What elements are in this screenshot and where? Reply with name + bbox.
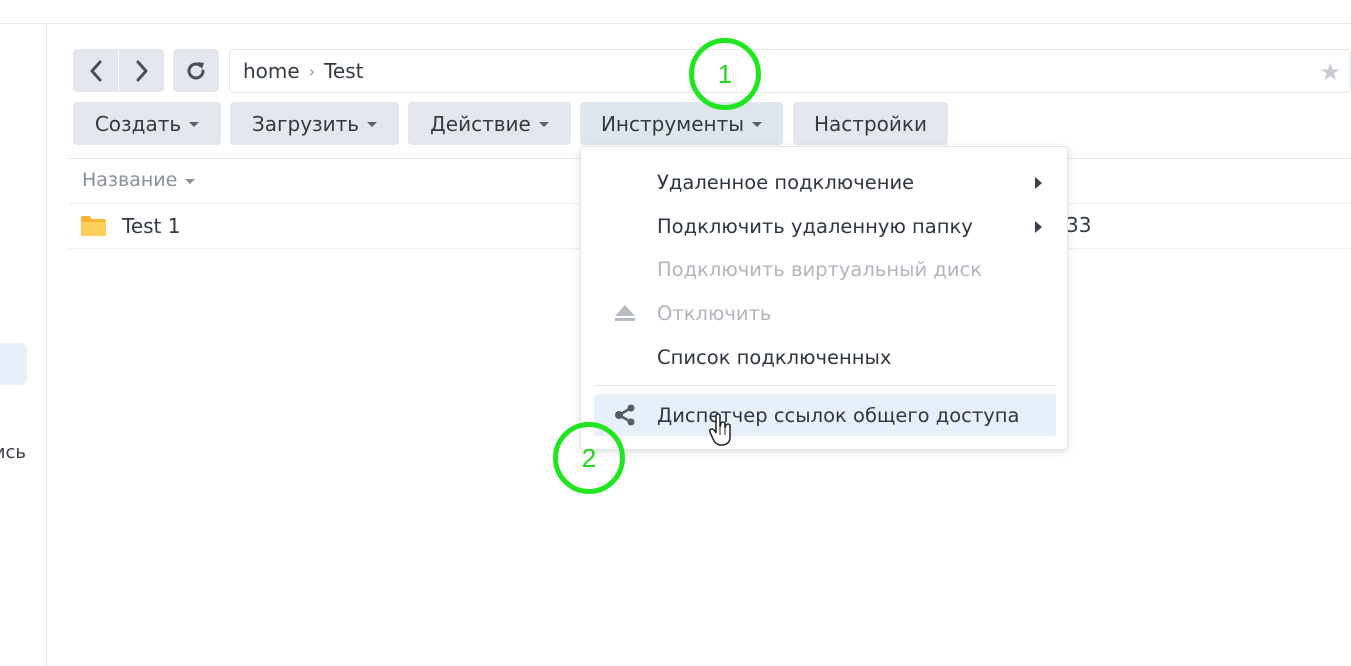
annotation-number: 2	[581, 442, 597, 473]
upload-button[interactable]: Загрузить	[230, 102, 399, 145]
submenu-arrow-icon	[1035, 177, 1042, 189]
menu-item-mount-virtual-drive: Подключить виртуальный диск	[594, 248, 1056, 290]
settings-button-label: Настройки	[814, 111, 927, 136]
eject-icon	[615, 305, 635, 321]
list-item[interactable]: Test 1	[80, 211, 180, 241]
share-icon	[615, 404, 635, 426]
caret-down-icon	[189, 122, 200, 127]
sidebar-item-selected[interactable]	[0, 343, 27, 385]
sidebar-item-label[interactable]: ись	[0, 442, 26, 463]
tools-button[interactable]: Инструменты	[580, 102, 783, 145]
menu-divider	[594, 385, 1056, 386]
caret-down-icon	[367, 122, 378, 127]
hand-cursor-icon	[709, 413, 731, 446]
caret-down-icon	[752, 122, 763, 127]
refresh-icon	[187, 61, 205, 79]
menu-item-mounted-list[interactable]: Список подключенных	[594, 336, 1056, 378]
list-item-name: Test 1	[122, 214, 181, 238]
menu-item-share-link-manager[interactable]: Диспетчер ссылок общего доступа	[594, 394, 1056, 436]
top-bar	[0, 0, 1351, 24]
sidebar: ись	[0, 24, 47, 666]
nav-divider	[118, 49, 119, 92]
settings-button[interactable]: Настройки	[793, 102, 948, 145]
folder-icon	[81, 216, 106, 236]
annotation-marker-1: 1	[689, 38, 761, 110]
refresh-button[interactable]	[173, 49, 219, 92]
action-button-label: Действие	[430, 111, 531, 136]
caret-down-icon	[538, 122, 549, 127]
back-button[interactable]	[73, 49, 118, 92]
navigation-buttons	[73, 49, 164, 92]
tools-button-label: Инструменты	[600, 111, 745, 136]
menu-item-label: Удаленное подключение	[657, 170, 915, 194]
create-button[interactable]: Создать	[73, 102, 221, 145]
caret-down-icon	[185, 178, 196, 184]
breadcrumb-current[interactable]: Test	[324, 59, 363, 83]
annotation-marker-2: 2	[553, 422, 625, 494]
column-header-label: Название	[82, 169, 178, 191]
submenu-arrow-icon	[1035, 221, 1042, 233]
breadcrumb-home[interactable]: home	[243, 59, 300, 83]
menu-item-label: Список подключенных	[657, 345, 892, 369]
path-bar[interactable]: home › Test ★	[229, 49, 1351, 93]
tools-dropdown-menu: Удаленное подключение Подключить удаленн…	[580, 146, 1068, 450]
column-header-name[interactable]: Название	[82, 169, 196, 191]
menu-item-label: Отключить	[657, 301, 772, 325]
upload-button-label: Загрузить	[251, 111, 360, 136]
chevron-left-icon	[90, 60, 101, 81]
breadcrumb-separator-icon: ›	[308, 61, 316, 81]
forward-button[interactable]	[119, 49, 164, 92]
create-button-label: Создать	[94, 111, 182, 136]
menu-item-label: Подключить удаленную папку	[657, 214, 973, 238]
list-item-extra: 33	[1066, 213, 1092, 237]
menu-item-unmount: Отключить	[594, 292, 1056, 334]
menu-item-mount-remote-folder[interactable]: Подключить удаленную папку	[594, 205, 1056, 247]
action-button[interactable]: Действие	[408, 102, 571, 145]
annotation-number: 1	[717, 58, 733, 89]
menu-item-label: Подключить виртуальный диск	[657, 257, 982, 281]
star-icon[interactable]: ★	[1319, 58, 1341, 86]
chevron-right-icon	[136, 60, 147, 81]
menu-item-remote-connection[interactable]: Удаленное подключение	[594, 161, 1056, 203]
